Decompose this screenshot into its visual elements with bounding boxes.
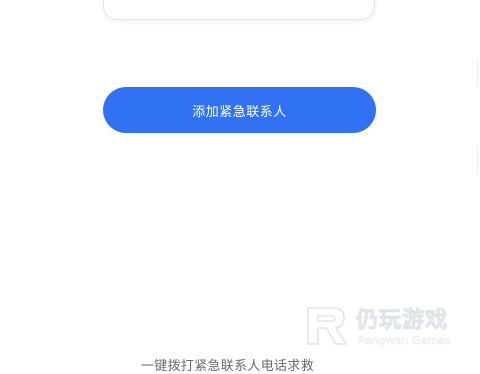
emergency-call-caption: 一键拨打紧急联系人电话求救 [141,359,314,374]
watermark-subtitle: Rengwan Games [358,334,451,347]
watermark-title: 仍玩游戏 [356,308,449,334]
contact-card [103,0,375,20]
watermark: 仍玩游戏 Rengwan Games [304,302,474,350]
add-emergency-contact-label: 添加紧急联系人 [192,104,287,120]
scroll-edge-line [477,60,478,86]
scroll-edge-line [477,145,478,175]
add-emergency-contact-button[interactable]: 添加紧急联系人 [103,87,376,133]
watermark-logo-icon [307,307,347,345]
